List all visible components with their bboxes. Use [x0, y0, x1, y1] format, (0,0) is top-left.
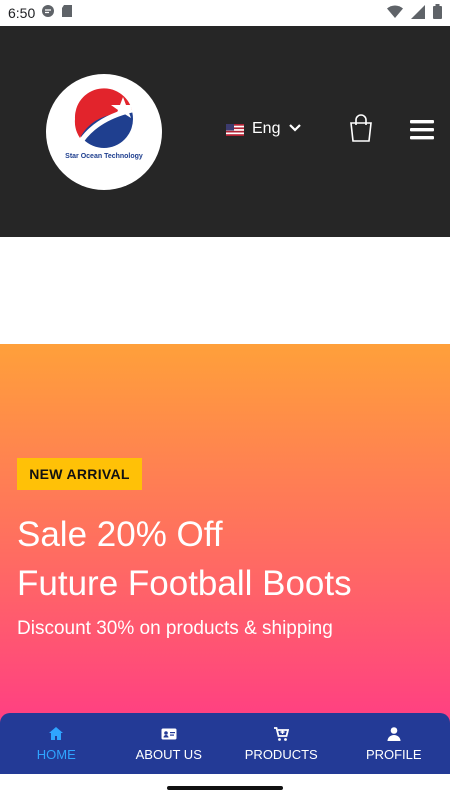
id-card-icon: [161, 728, 177, 740]
app-header: Star Ocean Technology Eng: [0, 26, 450, 237]
language-selector[interactable]: Eng: [226, 120, 302, 138]
home-icon: [49, 727, 64, 740]
logo-text: Star Ocean Technology: [65, 153, 143, 160]
signal-icon: [411, 4, 425, 22]
content-spacer: [0, 237, 450, 344]
hamburger-menu-icon: [410, 120, 434, 140]
menu-button[interactable]: [410, 119, 434, 146]
hero-title-line2: Future Football Boots: [17, 564, 352, 603]
sd-card-icon: [61, 4, 73, 21]
shopping-bag-icon: [350, 114, 372, 142]
nav-home-label: HOME: [36, 747, 76, 762]
chevron-down-icon: [288, 120, 302, 138]
new-arrival-badge: NEW ARRIVAL: [17, 458, 142, 490]
battery-icon: [433, 4, 442, 22]
home-indicator[interactable]: [167, 786, 283, 790]
hero-title-line1: Sale 20% Off: [17, 515, 223, 554]
nav-about-us[interactable]: ABOUT US: [113, 713, 226, 774]
nav-profile[interactable]: PROFILE: [338, 713, 450, 774]
bottom-navigation: HOME ABOUT US PRODUCTS PROFILE: [0, 713, 450, 774]
status-time: 6:50: [8, 4, 36, 21]
shopping-bag-button[interactable]: [348, 114, 374, 147]
chat-notification-icon: [41, 4, 55, 21]
nav-about-us-label: ABOUT US: [135, 747, 202, 762]
hero-subtitle: Discount 30% on products & shipping: [17, 618, 333, 639]
nav-products-label: PRODUCTS: [244, 747, 318, 762]
nav-profile-label: PROFILE: [365, 747, 422, 762]
status-bar: 6:50: [0, 0, 450, 26]
wifi-icon: [387, 5, 403, 22]
logo[interactable]: Star Ocean Technology: [46, 74, 162, 190]
language-label: Eng: [252, 120, 281, 137]
nav-home[interactable]: HOME: [0, 713, 113, 774]
cart-icon: [274, 727, 290, 741]
us-flag-icon: [226, 123, 244, 136]
person-icon: [387, 727, 401, 741]
nav-products[interactable]: PRODUCTS: [225, 713, 338, 774]
hero-title: Sale 20% Off Future Football Boots: [17, 510, 437, 608]
logo-emblem-icon: [74, 88, 135, 148]
